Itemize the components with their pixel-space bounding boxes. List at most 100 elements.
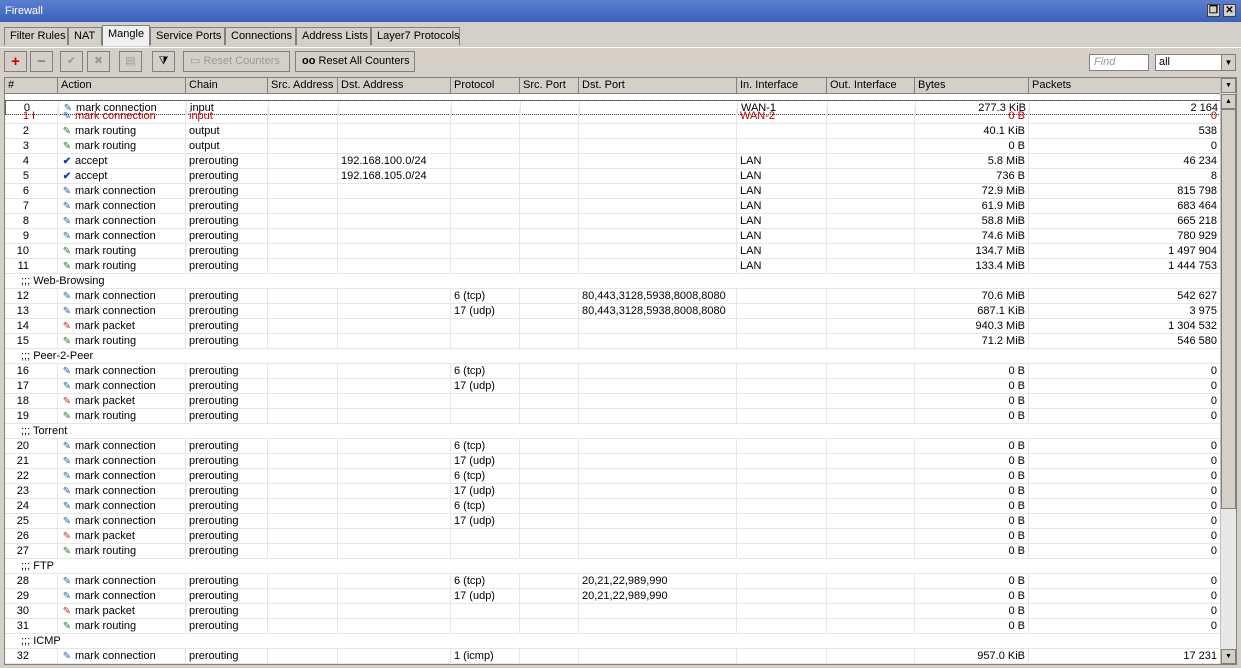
tab-address-lists[interactable]: Address Lists [296,27,371,45]
scroll-top-icon[interactable]: ▲ [1221,94,1236,109]
table-row[interactable]: 8 ✎ mark connection prerouting LAN 58.8 MiB 66… [5,214,1221,229]
add-icon[interactable]: + [4,51,27,72]
table-row[interactable]: 10 ✎ mark routing prerouting LAN 134.7 MiB 1 4… [5,244,1221,259]
cell-in-interface: LAN [737,169,827,183]
table-row[interactable]: 11 ✎ mark routing prerouting LAN 133.4 MiB 1 4… [5,259,1221,274]
filter-icon[interactable]: ⧩ [152,51,175,72]
col-header-bytes[interactable]: Bytes [915,78,1029,94]
action-label: mark packet [75,530,135,542]
table-row[interactable]: 20 ✎ mark connection prerouting 6 (tcp) 0 B0 [5,439,1221,454]
col-header-number[interactable]: # [5,78,58,94]
col-header-action[interactable]: Action [58,78,186,94]
table-row[interactable]: 14 ✎ mark packet prerouting 940.3 MiB 1 304 5… [5,319,1221,334]
comment-row[interactable]: ;;; Torrent [5,424,1221,439]
cell-dst-port [579,394,737,408]
table-row[interactable]: 4 ✔ accept prerouting 192.168.100.0/24 LAN 5.8… [5,154,1221,169]
tab-layer7-protocols[interactable]: Layer7 Protocols [371,27,460,45]
table-row[interactable]: 32 ✎ mark connection prerouting 1 (icmp) 957.… [5,649,1221,664]
cell-dst-port [579,454,737,468]
table-row[interactable]: 21 ✎ mark connection prerouting 17 (udp) 0 B0 [5,454,1221,469]
scroll-up-icon[interactable]: ▼ [1221,78,1236,93]
disable-icon[interactable]: ✖ [87,51,110,72]
table-row[interactable]: 7 ✎ mark connection prerouting LAN 61.9 MiB 68… [5,199,1221,214]
chevron-down-icon[interactable]: ▼ [1221,55,1235,70]
remove-icon[interactable]: − [30,51,53,72]
col-header-out-interface[interactable]: Out. Interface [827,78,915,94]
table-row[interactable]: 15 ✎ mark routing prerouting 71.2 MiB 546 580 [5,334,1221,349]
filter-select[interactable]: all ▼ [1155,54,1236,71]
col-header-src-address[interactable]: Src. Address [268,78,338,94]
table-row[interactable]: 26 ✎ mark packet prerouting 0 B0 [5,529,1221,544]
table-row[interactable]: 13 ✎ mark connection prerouting 17 (udp) 80,4… [5,304,1221,319]
vertical-scrollbar[interactable]: ▼ ▲ ▼ [1220,78,1236,664]
col-header-protocol[interactable]: Protocol [451,78,520,94]
cell-src-port [520,574,579,588]
table-row[interactable]: 29 ✎ mark connection prerouting 17 (udp) 20,2… [5,589,1221,604]
cell-protocol: 17 (udp) [451,379,520,393]
cell-packets: 546 580 [1029,334,1221,348]
table-row[interactable]: 6 ✎ mark connection prerouting LAN 72.9 MiB 81… [5,184,1221,199]
mark-packet-icon: ✎ [62,606,72,617]
col-header-dst-port[interactable]: Dst. Port [579,78,737,94]
cell-action: ✎ mark routing [58,139,186,153]
cell-src-address [268,259,338,273]
table-row[interactable]: 24 ✎ mark connection prerouting 6 (tcp) 0 B0 [5,499,1221,514]
table-row[interactable]: 19 ✎ mark routing prerouting 0 B0 [5,409,1221,424]
find-input[interactable]: Find [1089,54,1149,71]
table-row[interactable]: 31 ✎ mark routing prerouting 0 B0 [5,619,1221,634]
comment-icon[interactable]: ▤ [119,51,142,72]
tab-connections[interactable]: Connections [225,27,296,45]
action-label: mark connection [75,455,156,467]
table-row[interactable]: 30 ✎ mark packet prerouting 0 B0 [5,604,1221,619]
table-row[interactable]: 18 ✎ mark packet prerouting 0 B0 [5,394,1221,409]
cell-src-address [268,409,338,423]
cell-src-address [268,169,338,183]
tab-filter-rules[interactable]: Filter Rules [4,27,68,45]
table-row[interactable]: 25 ✎ mark connection prerouting 17 (udp) 0 B0 [5,514,1221,529]
tab-service-ports[interactable]: Service Ports [150,27,225,45]
comment-row[interactable]: ;;; ICMP [5,634,1221,649]
table-row[interactable]: 9 ✎ mark connection prerouting LAN 74.6 MiB 78… [5,229,1221,244]
cell-protocol: 17 (udp) [451,514,520,528]
restore-icon[interactable]: ❐ [1207,4,1220,17]
table-row[interactable]: 27 ✎ mark routing prerouting 0 B0 [5,544,1221,559]
cell-src-address [268,319,338,333]
tab-nat[interactable]: NAT [68,27,102,45]
close-icon[interactable]: ✕ [1223,4,1236,17]
table-row[interactable]: 17 ✎ mark connection prerouting 17 (udp) 0 B0 [5,379,1221,394]
col-header-chain[interactable]: Chain [186,78,268,94]
table-row[interactable]: 2 ✎ mark routing output 40.1 KiB 538 [5,124,1221,139]
col-header-in-interface[interactable]: In. Interface [737,78,827,94]
mark-connection-icon: ✎ [62,201,72,212]
scrollbar-thumb[interactable] [1221,109,1236,509]
col-header-packets[interactable]: Packets [1029,78,1221,94]
scroll-down-icon[interactable]: ▼ [1221,649,1236,664]
table-row[interactable]: 28 ✎ mark connection prerouting 6 (tcp) 20,21… [5,574,1221,589]
cell-protocol [451,229,520,243]
table-row[interactable]: 23 ✎ mark connection prerouting 17 (udp) 0 B0 [5,484,1221,499]
comment-row[interactable]: ;;; Peer-2-Peer [5,349,1221,364]
rule-flag: I [32,110,36,122]
reset-counters-button[interactable]: ▭ Reset Counters [183,51,290,72]
table-row[interactable]: 1 ✎ mark connection input WAN-2 0 B0I [5,109,1221,124]
cell-src-port [520,544,579,558]
tab-mangle[interactable]: Mangle [102,25,150,46]
reset-all-counters-button[interactable]: oo Reset All Counters [295,51,415,72]
action-label: mark connection [75,500,156,512]
cell-in-interface: LAN [737,259,827,273]
col-header-dst-address[interactable]: Dst. Address [338,78,451,94]
cell-src-port [520,169,579,183]
mark-connection-icon: ✎ [62,231,72,242]
table-row[interactable]: 12 ✎ mark connection prerouting 6 (tcp) 80,44… [5,289,1221,304]
table-row[interactable]: 5 ✔ accept prerouting 192.168.105.0/24 LAN 736… [5,169,1221,184]
table-row[interactable]: 16 ✎ mark connection prerouting 6 (tcp) 0 B0 [5,364,1221,379]
col-header-src-port[interactable]: Src. Port [520,78,579,94]
comment-row[interactable]: ;;; Web-Browsing [5,274,1221,289]
cell-action: ✔ accept [58,154,186,168]
table-row[interactable]: 3 ✎ mark routing output 0 B0 [5,139,1221,154]
cell-packets: 538 [1029,124,1221,138]
comment-row[interactable]: ;;; FTP [5,559,1221,574]
table-row[interactable]: 22 ✎ mark connection prerouting 6 (tcp) 0 B0 [5,469,1221,484]
enable-icon[interactable]: ✔ [60,51,83,72]
cell-number: 15 [5,334,58,348]
